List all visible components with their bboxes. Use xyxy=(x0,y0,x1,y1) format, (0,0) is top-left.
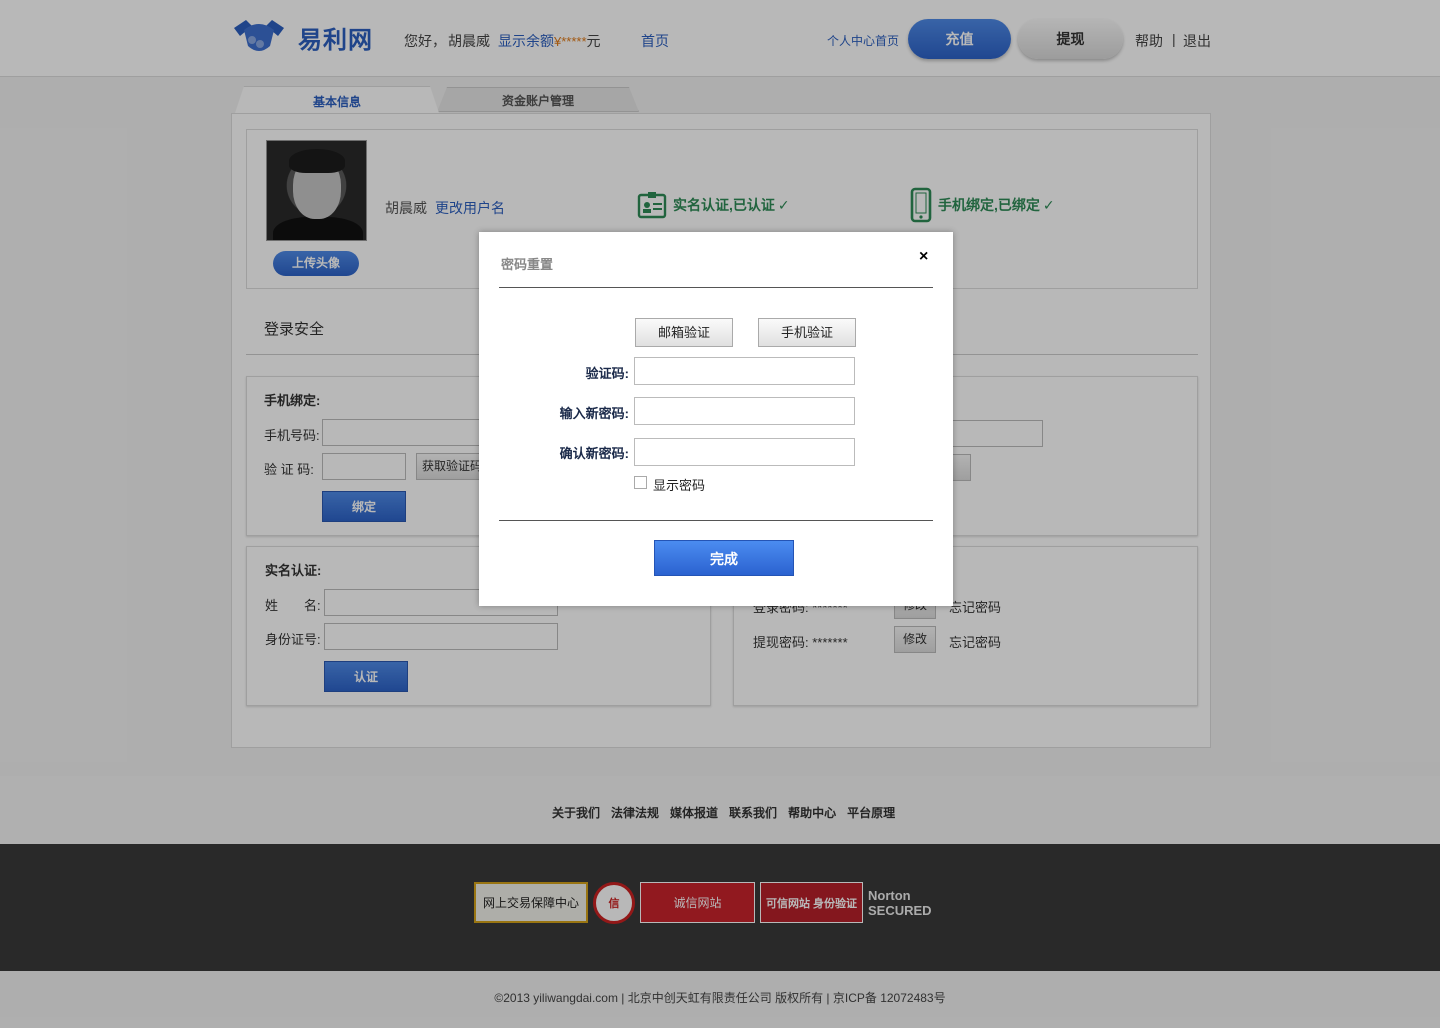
confirm-password-input[interactable] xyxy=(634,438,855,466)
phone-verify-button[interactable]: 手机验证 xyxy=(758,318,856,347)
new-password-input[interactable] xyxy=(634,397,855,425)
confirm-password-label: 确认新密码: xyxy=(559,446,629,461)
new-password-label: 输入新密码: xyxy=(559,406,629,421)
email-verify-button[interactable]: 邮箱验证 xyxy=(635,318,733,347)
dialog-divider-top xyxy=(499,287,933,288)
password-reset-dialog: 密码重置 × 邮箱验证 手机验证 验证码: 输入新密码: 确认新密码: 显示密码… xyxy=(479,232,953,606)
verify-code-input[interactable] xyxy=(634,357,855,385)
dialog-divider-bottom xyxy=(499,520,933,521)
done-button[interactable]: 完成 xyxy=(654,540,794,576)
show-password-checkbox[interactable] xyxy=(634,476,647,489)
verify-code-label: 验证码: xyxy=(585,366,629,381)
dialog-title: 密码重置 xyxy=(501,257,554,272)
show-password-label: 显示密码 xyxy=(653,478,706,493)
close-icon[interactable]: × xyxy=(919,248,928,266)
